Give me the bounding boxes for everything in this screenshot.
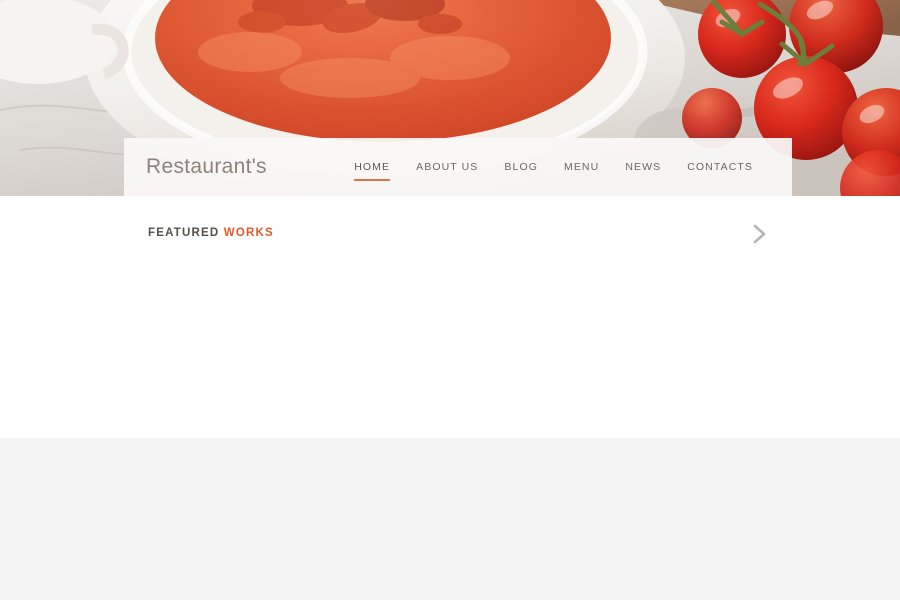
featured-label: FEATURED: [148, 227, 220, 239]
nav-item-menu[interactable]: MENU: [551, 160, 612, 174]
works-label: WORKS: [223, 227, 274, 239]
featured-works-heading: FEATURED WORKS: [148, 227, 274, 239]
nav-item-home[interactable]: HOME: [341, 160, 403, 181]
chevron-right-icon[interactable]: [748, 222, 772, 246]
nav-item-contacts[interactable]: CONTACTS: [674, 160, 766, 174]
featured-works-section: FEATURED WORKS: [0, 196, 900, 600]
nav-item-blog[interactable]: BLOG: [491, 160, 551, 174]
chef-section: [0, 438, 900, 600]
nav-item-news[interactable]: NEWS: [612, 160, 674, 174]
site-header: Restaurant's HOME ABOUT US BLOG MENU NEW…: [124, 138, 792, 196]
nav-item-about-us[interactable]: ABOUT US: [403, 160, 491, 174]
main-navigation: HOME ABOUT US BLOG MENU NEWS CONTACTS: [341, 160, 766, 181]
page-root: Restaurant's HOME ABOUT US BLOG MENU NEW…: [0, 0, 900, 600]
site-logo[interactable]: Restaurant's: [146, 155, 267, 179]
